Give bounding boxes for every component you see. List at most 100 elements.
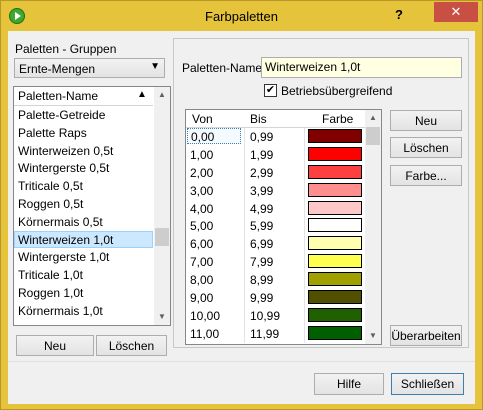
palette-delete-button[interactable]: Löschen (96, 335, 167, 356)
scroll-thumb[interactable] (366, 127, 380, 145)
range-new-button[interactable]: Neu (390, 110, 462, 131)
cell-to[interactable]: 4,99 (250, 202, 273, 216)
help-button[interactable]: Hilfe (314, 373, 384, 395)
col-header-from[interactable]: Von (192, 112, 213, 126)
color-swatch[interactable] (308, 236, 362, 251)
col-header-color[interactable]: Farbe (322, 112, 353, 126)
list-item[interactable]: Triticale 1,0t (14, 266, 153, 284)
cell-to[interactable]: 5,99 (250, 219, 273, 233)
cell-from[interactable]: 1,00 (190, 148, 213, 162)
color-swatch[interactable] (308, 182, 362, 197)
palette-name-label: Paletten-Name (182, 61, 263, 75)
cell-to[interactable]: 3,99 (250, 184, 273, 198)
cell-from[interactable]: 5,00 (190, 219, 213, 233)
table-row[interactable]: 1,00 1,99 (186, 145, 365, 164)
color-swatch[interactable] (308, 146, 362, 161)
cell-divider (244, 217, 245, 236)
table-scrollbar[interactable]: ▲ ▼ (365, 110, 381, 344)
table-row[interactable]: 9,00 9,99 (186, 289, 365, 308)
list-item[interactable]: Wintergerste 0,5t (14, 159, 153, 177)
table-row[interactable]: 7,00 7,99 (186, 253, 365, 272)
chevron-down-icon: ▼ (150, 61, 160, 72)
scroll-thumb[interactable] (155, 228, 169, 246)
dialog-footer: Hilfe Schließen (8, 361, 475, 404)
list-item[interactable]: Triticale 0,5t (14, 177, 153, 195)
choose-color-button[interactable]: Farbe... (390, 165, 462, 186)
color-swatch[interactable] (308, 218, 362, 233)
cell-to[interactable]: 7,99 (250, 255, 273, 269)
list-item[interactable]: Wintergerste 1,0t (14, 248, 153, 266)
cell-to[interactable]: 6,99 (250, 237, 273, 251)
cell-to[interactable]: 2,99 (250, 166, 273, 180)
cell-to[interactable]: 11,99 (250, 327, 279, 341)
color-swatch[interactable] (308, 272, 362, 287)
list-item[interactable]: Winterweizen 1,0t (14, 230, 153, 249)
group-select[interactable]: Ernte-Mengen ▼ (14, 58, 165, 78)
palette-new-button[interactable]: Neu (16, 335, 94, 356)
table-row[interactable]: 10,00 10,99 (186, 306, 365, 325)
cell-divider (304, 324, 305, 343)
list-item[interactable]: Winterweizen 0,5t (14, 142, 153, 160)
cell-from[interactable]: 8,00 (190, 273, 213, 287)
help-icon[interactable]: ? (389, 7, 409, 25)
cell-from[interactable]: 0,00 (187, 128, 241, 144)
range-delete-button[interactable]: Löschen (390, 137, 462, 158)
color-swatch[interactable] (308, 254, 362, 269)
list-item[interactable]: Palette-Getreide (14, 106, 153, 124)
cell-to[interactable]: 9,99 (250, 291, 273, 305)
cell-from[interactable]: 11,00 (190, 327, 219, 341)
list-item[interactable]: Roggen 0,5t (14, 195, 153, 213)
list-header[interactable]: Paletten-Name ▲ (14, 87, 153, 106)
list-item[interactable]: Roggen 1,0t (14, 284, 153, 302)
cell-divider (304, 128, 305, 146)
table-row[interactable]: 5,00 5,99 (186, 217, 365, 236)
cell-to[interactable]: 10,99 (250, 309, 280, 323)
scroll-up-icon[interactable]: ▲ (365, 110, 381, 126)
color-swatch[interactable] (308, 290, 362, 305)
color-swatch[interactable] (308, 164, 362, 179)
cell-to[interactable]: 8,99 (250, 273, 273, 287)
cell-to[interactable]: 1,99 (250, 148, 273, 162)
cell-divider (304, 199, 305, 218)
cell-from[interactable]: 9,00 (190, 291, 213, 305)
table-row[interactable]: 0,00 0,99 (186, 128, 365, 146)
cell-from[interactable]: 2,00 (190, 166, 213, 180)
cross-operation-checkbox[interactable]: ✔ (264, 84, 277, 97)
cell-to[interactable]: 0,99 (250, 130, 273, 144)
palette-name-input[interactable]: Winterweizen 1,0t (261, 57, 462, 78)
list-item[interactable]: Palette Raps (14, 124, 153, 142)
scroll-up-icon[interactable]: ▲ (154, 87, 170, 103)
list-scrollbar[interactable]: ▲ ▼ (154, 87, 170, 325)
table-row[interactable]: 11,00 11,99 (186, 324, 365, 343)
list-item[interactable]: Körnermais 1,0t (14, 302, 153, 320)
table-row[interactable]: 6,00 6,99 (186, 235, 365, 254)
cell-divider (244, 324, 245, 343)
table-row[interactable]: 3,00 3,99 (186, 181, 365, 200)
cell-from[interactable]: 10,00 (190, 309, 220, 323)
color-range-table[interactable]: Von Bis Farbe 0,00 0,99 1,00 1,99 2,00 2,99 3,… (185, 109, 382, 345)
color-swatch[interactable] (308, 129, 362, 143)
group-select-value: Ernte-Mengen (19, 62, 96, 76)
cell-divider (304, 163, 305, 182)
scroll-down-icon[interactable]: ▼ (154, 309, 170, 325)
title-bar[interactable]: Farbpaletten ? ✕ (1, 1, 482, 31)
table-row[interactable]: 8,00 8,99 (186, 271, 365, 290)
cell-from[interactable]: 4,00 (190, 202, 213, 216)
revise-button[interactable]: Überarbeiten (390, 325, 462, 346)
list-item[interactable]: Körnermais 0,5t (14, 213, 153, 231)
cell-divider (244, 306, 245, 325)
color-swatch[interactable] (308, 325, 362, 340)
color-swatch[interactable] (308, 200, 362, 215)
table-row[interactable]: 2,00 2,99 (186, 163, 365, 182)
close-icon[interactable]: ✕ (434, 2, 478, 22)
cell-from[interactable]: 6,00 (190, 237, 213, 251)
col-header-to[interactable]: Bis (250, 112, 267, 126)
scroll-down-icon[interactable]: ▼ (365, 328, 381, 344)
cell-from[interactable]: 7,00 (190, 255, 213, 269)
palette-list[interactable]: Paletten-Name ▲ Palette-Getreide Palette … (13, 86, 171, 326)
table-rows: 0,00 0,99 1,00 1,99 2,00 2,99 3,00 3,99 4,00 4,99… (186, 128, 365, 343)
table-row[interactable]: 4,00 4,99 (186, 199, 365, 218)
close-button[interactable]: Schließen (391, 373, 464, 395)
color-swatch[interactable] (308, 307, 362, 322)
cell-from[interactable]: 3,00 (190, 184, 213, 198)
